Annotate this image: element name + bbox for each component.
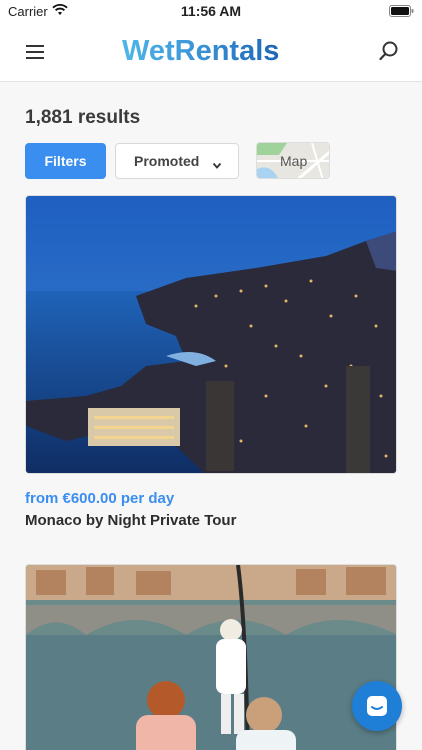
- map-label: Map: [280, 153, 308, 169]
- chevron-down-icon: [212, 157, 222, 173]
- results-count: 1,881 results: [25, 107, 141, 128]
- wetrentals-logo[interactable]: WetRentals: [0, 34, 422, 68]
- sort-dropdown[interactable]: Promoted: [115, 143, 239, 179]
- status-time: 11:56 AM: [180, 3, 242, 19]
- map-button[interactable]: Map: [256, 142, 330, 179]
- listing-price: from €600.00 per day: [25, 490, 175, 507]
- listing-image-monaco[interactable]: [25, 195, 397, 474]
- logo-text: WetRentals: [122, 35, 279, 67]
- search-icon[interactable]: [378, 40, 400, 62]
- chat-button[interactable]: [352, 681, 402, 731]
- top-navigation: WetRentals: [0, 22, 422, 82]
- battery-icon: [389, 5, 414, 20]
- listing-image-gondola[interactable]: [25, 564, 397, 750]
- sort-label: Promoted: [134, 153, 200, 169]
- status-bar: Carrier 11:56 AM: [0, 0, 422, 22]
- chat-icon: [367, 696, 387, 716]
- filters-button[interactable]: Filters: [25, 143, 106, 179]
- listing-title[interactable]: Monaco by Night Private Tour: [25, 512, 236, 529]
